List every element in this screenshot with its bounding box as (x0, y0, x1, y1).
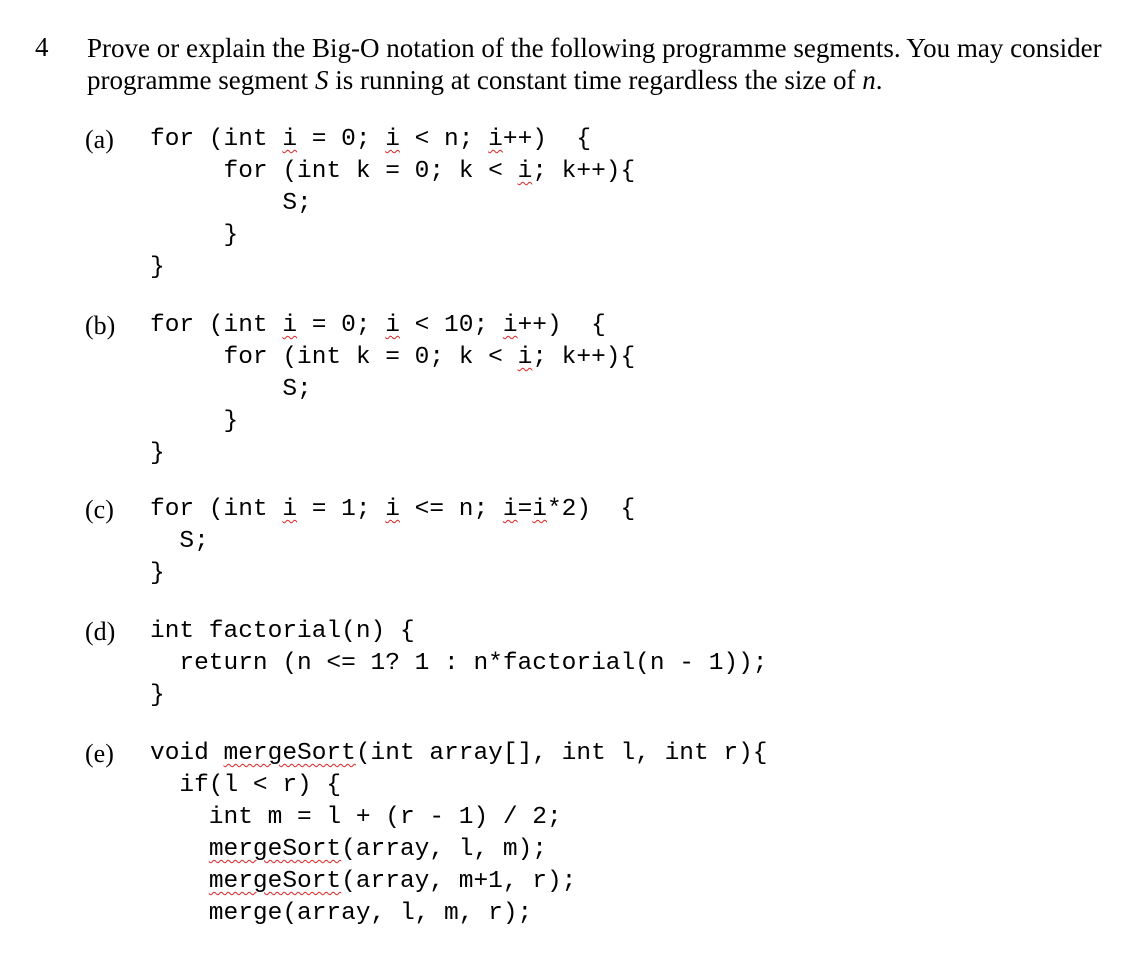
code-token: merge(array, l, m, r); (150, 900, 533, 927)
code-line: } (150, 252, 635, 284)
code-token: S; (150, 528, 209, 555)
code-token: for (int k = 0; k < (150, 344, 518, 371)
code-line: return (n <= 1? 1 : n*factorial(n - 1)); (150, 648, 768, 680)
code-token: *2) { (546, 496, 636, 523)
size-symbol: n (862, 65, 876, 95)
code-line: for (int k = 0; k < i; k++){ (150, 156, 636, 188)
code-line: S; (150, 188, 635, 220)
code-token: } (150, 440, 165, 467)
code-token: = 0; (297, 126, 386, 153)
spellcheck-flagged-token: i (385, 496, 400, 523)
code-line: int factorial(n) { (150, 616, 768, 648)
part-label: (b) (85, 311, 116, 340)
code-token: ++) { (517, 312, 606, 339)
spellcheck-flagged-token: i (488, 126, 503, 153)
code-token: for (int (150, 496, 283, 523)
code-line: S; (150, 374, 635, 406)
code-token: ++) { (502, 126, 592, 153)
spellcheck-flagged-token: i (517, 344, 533, 371)
code-line: } (150, 220, 635, 252)
part-label: (d) (85, 617, 116, 646)
code-token: < 10; (399, 312, 503, 339)
code-token: < n; (399, 126, 489, 153)
segment-symbol: S (314, 65, 329, 95)
code-token: } (150, 254, 165, 281)
question-number: 4 (35, 32, 49, 62)
code-line: int m = l + (r - 1) / 2; (150, 802, 768, 834)
spellcheck-flagged-token: i (502, 496, 518, 523)
spellcheck-flagged-token: i (282, 126, 298, 153)
code-token: int factorial(n) { (150, 618, 415, 645)
code-token: if(l < r) { (150, 772, 342, 799)
code-token: ; k++){ (532, 158, 636, 185)
code-token: } (150, 222, 239, 249)
code-token: void (150, 740, 224, 767)
code-token: for (int (150, 312, 283, 339)
code-token: S; (150, 190, 312, 217)
spellcheck-flagged-token: i (385, 312, 400, 339)
part-label: (e) (85, 739, 114, 768)
code-line: for (int k = 0; k < i; k++){ (150, 342, 636, 374)
spellcheck-flagged-token: mergeSort (223, 740, 356, 767)
code-line: S; (150, 526, 635, 558)
code-token: (array, l, m); (341, 836, 547, 863)
spellcheck-flagged-token: i (502, 312, 518, 339)
code-block: for (int i = 0; i < n; i++) { for (int k… (150, 124, 635, 284)
spellcheck-flagged-token: i (385, 126, 400, 153)
code-line: if(l < r) { (150, 770, 768, 802)
code-line: for (int i = 0; i < 10; i++) { (150, 310, 635, 342)
code-token: return (n <= 1? 1 : n*factorial(n - 1)); (150, 650, 768, 677)
code-token: (array, m+1, r); (341, 868, 577, 895)
code-line: mergeSort(array, l, m); (150, 834, 768, 866)
code-block: void mergeSort(int array[], int l, int r… (150, 738, 768, 930)
code-token: (int array[], int l, int r){ (355, 740, 768, 767)
code-token: for (int (150, 126, 283, 153)
code-token: S; (150, 376, 312, 403)
part-label: (a) (85, 125, 114, 154)
spellcheck-flagged-token: mergeSort (208, 868, 342, 895)
code-token: = 1; (297, 496, 386, 523)
code-line: } (150, 438, 635, 470)
question-text: Prove or explain the Big-O notation of t… (87, 32, 1107, 96)
spellcheck-flagged-token: i (517, 158, 533, 185)
code-token: ; k++){ (532, 344, 636, 371)
spellcheck-flagged-token: mergeSort (208, 836, 342, 863)
code-token: } (150, 682, 165, 709)
spellcheck-flagged-token: i (532, 496, 547, 523)
code-token: } (150, 560, 165, 587)
code-line: for (int i = 1; i <= n; i=i*2) { (150, 494, 635, 526)
code-token: int m = l + (r - 1) / 2; (150, 804, 562, 831)
code-block: int factorial(n) { return (n <= 1? 1 : n… (150, 616, 768, 712)
code-token: for (int k = 0; k < (150, 158, 518, 185)
code-token: } (150, 408, 239, 435)
code-block: for (int i = 0; i < 10; i++) { for (int … (150, 310, 635, 470)
spellcheck-flagged-token: i (282, 312, 298, 339)
code-line: } (150, 406, 635, 438)
code-line: merge(array, l, m, r); (150, 898, 768, 930)
code-line: for (int i = 0; i < n; i++) { (150, 124, 635, 156)
question-text-part: is running at constant time regardless t… (328, 65, 863, 95)
code-token: <= n; (399, 496, 503, 523)
code-line: void mergeSort(int array[], int l, int r… (150, 738, 768, 770)
code-line: } (150, 558, 635, 590)
code-token: = 0; (297, 312, 386, 339)
question-text-part: . (875, 65, 883, 95)
code-token: = (517, 496, 533, 523)
code-line: } (150, 680, 768, 712)
code-line: mergeSort(array, m+1, r); (150, 866, 768, 898)
code-block: for (int i = 1; i <= n; i=i*2) { S;} (150, 494, 635, 590)
part-label: (c) (85, 495, 114, 524)
spellcheck-flagged-token: i (282, 496, 298, 523)
